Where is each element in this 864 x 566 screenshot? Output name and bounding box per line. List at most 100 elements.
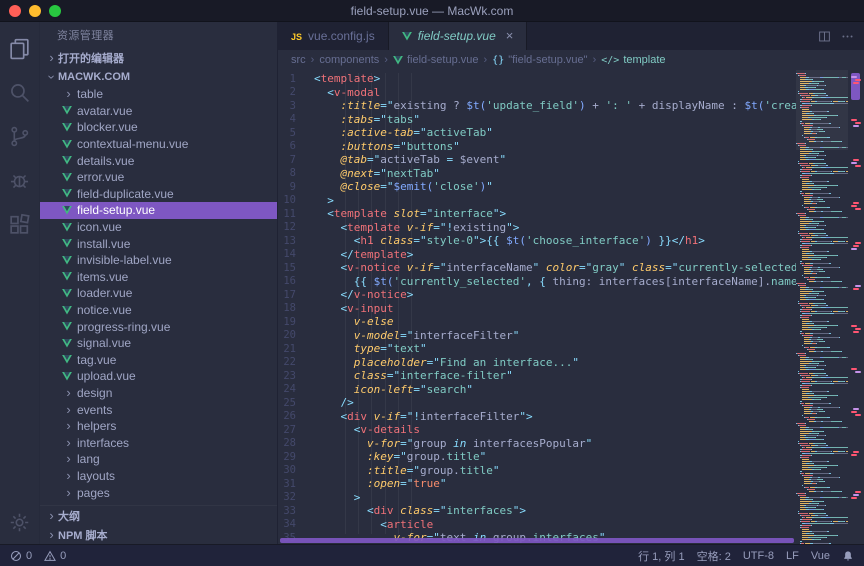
activity-item-extensions[interactable] (0, 202, 40, 246)
open-editors-section[interactable]: › 打开的编辑器 (40, 48, 277, 67)
tree-item-lang[interactable]: ›lang (40, 451, 277, 468)
minimap-line (796, 463, 848, 464)
tree-item-interfaces[interactable]: ›interfaces (40, 434, 277, 451)
minimap-line (796, 391, 848, 392)
activity-item-source-control[interactable] (0, 114, 40, 158)
status-errors[interactable]: 0 (10, 550, 32, 562)
vue-file-icon (62, 140, 77, 149)
tree-item-contextual-menu-vue[interactable]: contextual-menu.vue (40, 136, 277, 153)
minimap-line (796, 457, 848, 458)
sidebar-section-大纲[interactable]: ›大纲 (40, 506, 277, 525)
tree-item-invisible-label-vue[interactable]: invisible-label.vue (40, 252, 277, 269)
zoom-window-button[interactable] (49, 5, 61, 17)
close-tab-icon[interactable]: × (506, 31, 514, 41)
ruler-mark (853, 451, 859, 453)
tree-item-field-setup-vue[interactable]: field-setup.vue (40, 202, 277, 219)
chevron-right-icon: › (62, 405, 77, 415)
horizontal-scrollbar[interactable] (280, 538, 794, 543)
code-line: 28 v-for="group in interfacesPopular" (278, 437, 796, 451)
minimap-line (796, 211, 848, 212)
minimap-line (796, 175, 848, 176)
minimap-line (796, 331, 848, 332)
breadcrumb-item-template[interactable]: </>template (601, 54, 665, 66)
minimap-line (796, 231, 848, 232)
status-item[interactable]: LF (786, 550, 799, 562)
tree-item-error-vue[interactable]: error.vue (40, 169, 277, 186)
tree-item-tag-vue[interactable]: tag.vue (40, 352, 277, 369)
status-item[interactable]: Vue (811, 550, 830, 562)
more-actions-icon[interactable] (841, 30, 854, 43)
project-root-section[interactable]: › MACWK.COM (40, 67, 277, 86)
sidebar-bottom-sections: ›大纲›NPM 脚本 (40, 505, 277, 544)
status-bell[interactable] (842, 550, 854, 562)
tree-item-layouts[interactable]: ›layouts (40, 468, 277, 485)
sidebar-section-NPM 脚本[interactable]: ›NPM 脚本 (40, 525, 277, 544)
tree-item-helpers[interactable]: ›helpers (40, 418, 277, 435)
tree-item-items-vue[interactable]: items.vue (40, 269, 277, 286)
code-text: type="text" (314, 342, 796, 355)
tree-item-table[interactable]: ›table (40, 86, 277, 103)
tree-item-design[interactable]: ›design (40, 385, 277, 402)
tree-item-details-vue[interactable]: details.vue (40, 152, 277, 169)
minimap-line (796, 257, 848, 258)
ruler-mark (853, 408, 859, 410)
tree-item-field-duplicate-vue[interactable]: field-duplicate.vue (40, 186, 277, 203)
tree-item-blocker-vue[interactable]: blocker.vue (40, 119, 277, 136)
line-number: 20 (278, 329, 314, 341)
line-number: 18 (278, 302, 314, 314)
status-warnings[interactable]: 0 (44, 550, 66, 562)
minimap-line (796, 447, 848, 448)
minimap-line (796, 363, 848, 364)
activity-item-debug[interactable] (0, 158, 40, 202)
close-window-button[interactable] (9, 5, 21, 17)
tree-item-events[interactable]: ›events (40, 401, 277, 418)
tree-item-pages[interactable]: ›pages (40, 484, 277, 501)
line-number: 31 (278, 478, 314, 490)
code-text: :key="group.title" (314, 450, 796, 463)
minimap-line (796, 293, 848, 294)
minimap-line (796, 229, 848, 230)
code-editor[interactable]: 1<template>2 <v-modal3 :title="existing … (278, 70, 796, 544)
minimap[interactable] (796, 70, 848, 544)
tree-item-icon-vue[interactable]: icon.vue (40, 219, 277, 236)
js-icon: JS (291, 29, 302, 43)
activity-bar-top (0, 26, 40, 246)
project-root-label: MACWK.COM (58, 71, 130, 83)
breadcrumb-item-components[interactable]: components (319, 54, 379, 66)
breadcrumb-item-src[interactable]: src (291, 54, 306, 66)
vertical-scrollbar[interactable] (848, 70, 864, 544)
ruler-mark (853, 125, 859, 127)
breadcrumb-item--field-setup-vue-[interactable]: {}"field-setup.vue" (492, 54, 587, 66)
tree-item-install-vue[interactable]: install.vue (40, 235, 277, 252)
activity-item-explorer[interactable] (0, 26, 40, 70)
code-line: 7 @tab="activeTab = $event" (278, 153, 796, 167)
split-editor-icon[interactable] (818, 30, 831, 43)
activity-item-search[interactable] (0, 70, 40, 114)
status-item[interactable]: 空格: 2 (697, 548, 731, 564)
minimap-line (796, 249, 848, 250)
breadcrumb-item-field-setup-vue[interactable]: field-setup.vue (393, 54, 479, 66)
tree-item-progress-ring-vue[interactable]: progress-ring.vue (40, 318, 277, 335)
minimap-slider[interactable] (796, 70, 848, 150)
activity-item-settings[interactable] (0, 500, 40, 544)
minimize-window-button[interactable] (29, 5, 41, 17)
minimap-line (796, 299, 848, 300)
tree-item-notice-vue[interactable]: notice.vue (40, 302, 277, 319)
sidebar-section-label: NPM 脚本 (58, 527, 108, 543)
tab-vue-config-js[interactable]: JSvue.config.js (278, 22, 389, 50)
minimap-line (796, 505, 848, 506)
ruler-mark (855, 122, 861, 124)
tree-item-avatar-vue[interactable]: avatar.vue (40, 103, 277, 120)
tree-item-signal-vue[interactable]: signal.vue (40, 335, 277, 352)
tree-item-loader-vue[interactable]: loader.vue (40, 285, 277, 302)
vue-file-icon (62, 123, 77, 132)
ruler-mark (851, 325, 857, 327)
tree-item-upload-vue[interactable]: upload.vue (40, 368, 277, 385)
minimap-line (796, 173, 848, 174)
status-item[interactable]: 行 1, 列 1 (638, 548, 684, 564)
tab-field-setup-vue[interactable]: field-setup.vue× (389, 22, 528, 50)
minimap-line (796, 527, 848, 528)
status-item[interactable]: UTF-8 (743, 550, 774, 562)
minimap-line (796, 425, 848, 426)
minimap-line (796, 371, 848, 372)
